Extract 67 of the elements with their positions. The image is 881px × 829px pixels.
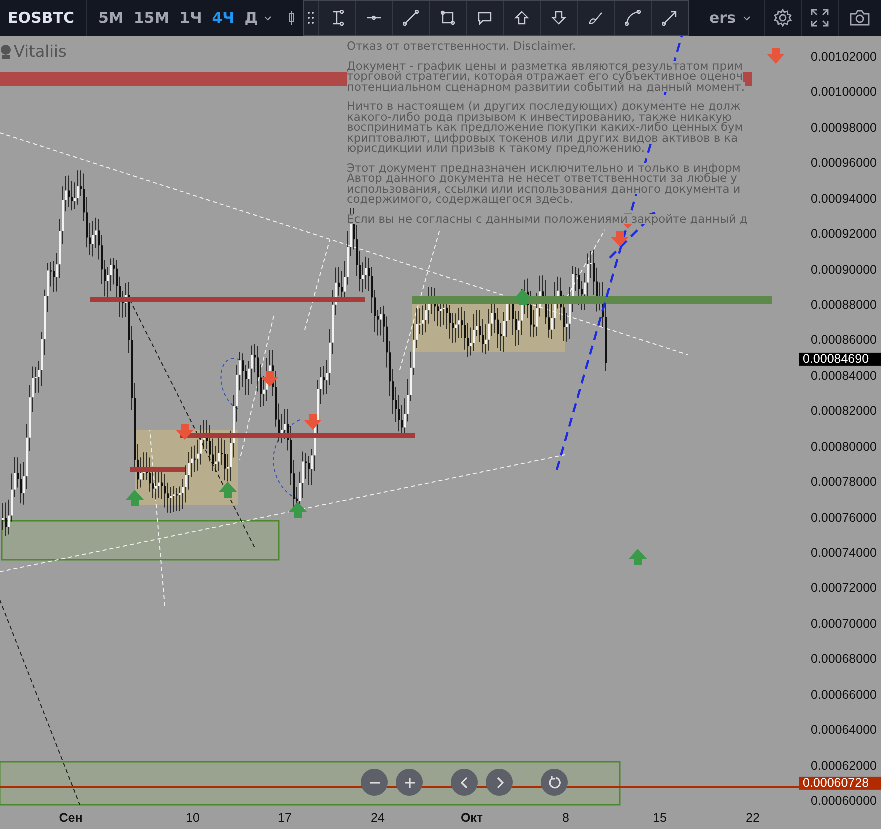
down-arrow-marker xyxy=(261,371,279,387)
fullscreen-icon xyxy=(810,8,830,28)
price-tick: 0.00082000 xyxy=(810,404,877,418)
price-tick: 0.00094000 xyxy=(810,192,877,206)
up-arrow-marker xyxy=(219,482,237,498)
time-label: 17 xyxy=(278,811,292,825)
interval-button[interactable]: Д xyxy=(240,9,264,27)
chevron-right-icon xyxy=(496,776,504,788)
curve-icon xyxy=(625,10,641,26)
price-tick: 0.00062000 xyxy=(810,758,877,773)
avatar-icon xyxy=(0,44,12,58)
time-label: 10 xyxy=(186,811,200,825)
price-tick: 0.00070000 xyxy=(810,616,877,631)
plus-icon xyxy=(404,776,416,788)
settings-icon xyxy=(773,8,793,28)
symbol-label[interactable]: EOSBTC xyxy=(0,0,88,36)
price-tick: 0.00076000 xyxy=(810,510,877,525)
speech-bubble-icon xyxy=(477,10,493,26)
brush-icon xyxy=(588,10,604,26)
arrow-down-icon xyxy=(551,10,567,26)
drag-handle-icon[interactable] xyxy=(308,11,314,25)
price-tick: 0.00102000 xyxy=(810,50,877,64)
chevron-left-icon xyxy=(460,776,468,788)
time-label: Окт xyxy=(460,811,484,825)
price-tick: 0.00068000 xyxy=(810,652,877,666)
down-arrow-marker xyxy=(304,414,322,430)
price-tick: 0.00066000 xyxy=(810,688,877,702)
camera-icon xyxy=(849,8,871,28)
interval-button[interactable]: 4Ч xyxy=(207,9,240,27)
price-tick: 0.00090000 xyxy=(810,262,877,277)
price-tick: 0.00080000 xyxy=(810,440,877,454)
price-tick: 0.00098000 xyxy=(810,120,877,135)
price-tick: 0.00084000 xyxy=(810,368,877,383)
up-arrow-marker xyxy=(289,502,307,518)
time-label: 24 xyxy=(371,811,385,825)
price-tick: 0.00086000 xyxy=(810,333,877,348)
price-tick: 0.00088000 xyxy=(810,298,877,312)
interval-button[interactable]: 1Ч xyxy=(174,9,208,27)
rectangle-icon xyxy=(440,10,456,26)
price-tick: 0.00060000 xyxy=(810,794,877,808)
down-arrow-marker xyxy=(611,231,629,247)
price-tick: 0.00100000 xyxy=(810,85,877,100)
arrow-up-icon xyxy=(514,10,530,26)
time-label: 22 xyxy=(746,811,760,825)
time-label: 15 xyxy=(653,811,667,825)
price-tick: 0.00092000 xyxy=(810,227,877,242)
price-tick: 0.00096000 xyxy=(810,156,877,170)
up-arrow-marker xyxy=(629,549,647,565)
price-tick: 0.00072000 xyxy=(810,581,877,596)
arrow-line-icon xyxy=(662,10,678,26)
time-label: 8 xyxy=(562,811,570,825)
reset-icon xyxy=(548,776,562,790)
down-arrow-marker xyxy=(767,48,785,64)
interval-button[interactable]: 5M xyxy=(93,9,129,27)
down-arrow-marker xyxy=(176,424,194,440)
dashed-arc xyxy=(220,358,240,410)
up-arrow-marker xyxy=(514,289,532,305)
price-tag: 0.00060728 xyxy=(799,777,881,790)
time-label: Сен xyxy=(59,811,83,825)
price-tick: 0.00078000 xyxy=(810,475,877,490)
price-tick: 0.00074000 xyxy=(810,546,877,560)
price-tag: 0.00084690 xyxy=(799,352,881,366)
interval-button[interactable]: 15M xyxy=(128,9,175,27)
price-tick: 0.00064000 xyxy=(810,723,877,738)
indicators-label[interactable]: ers xyxy=(710,9,736,27)
up-arrow-marker xyxy=(126,490,144,506)
trend-line-icon xyxy=(403,10,419,26)
